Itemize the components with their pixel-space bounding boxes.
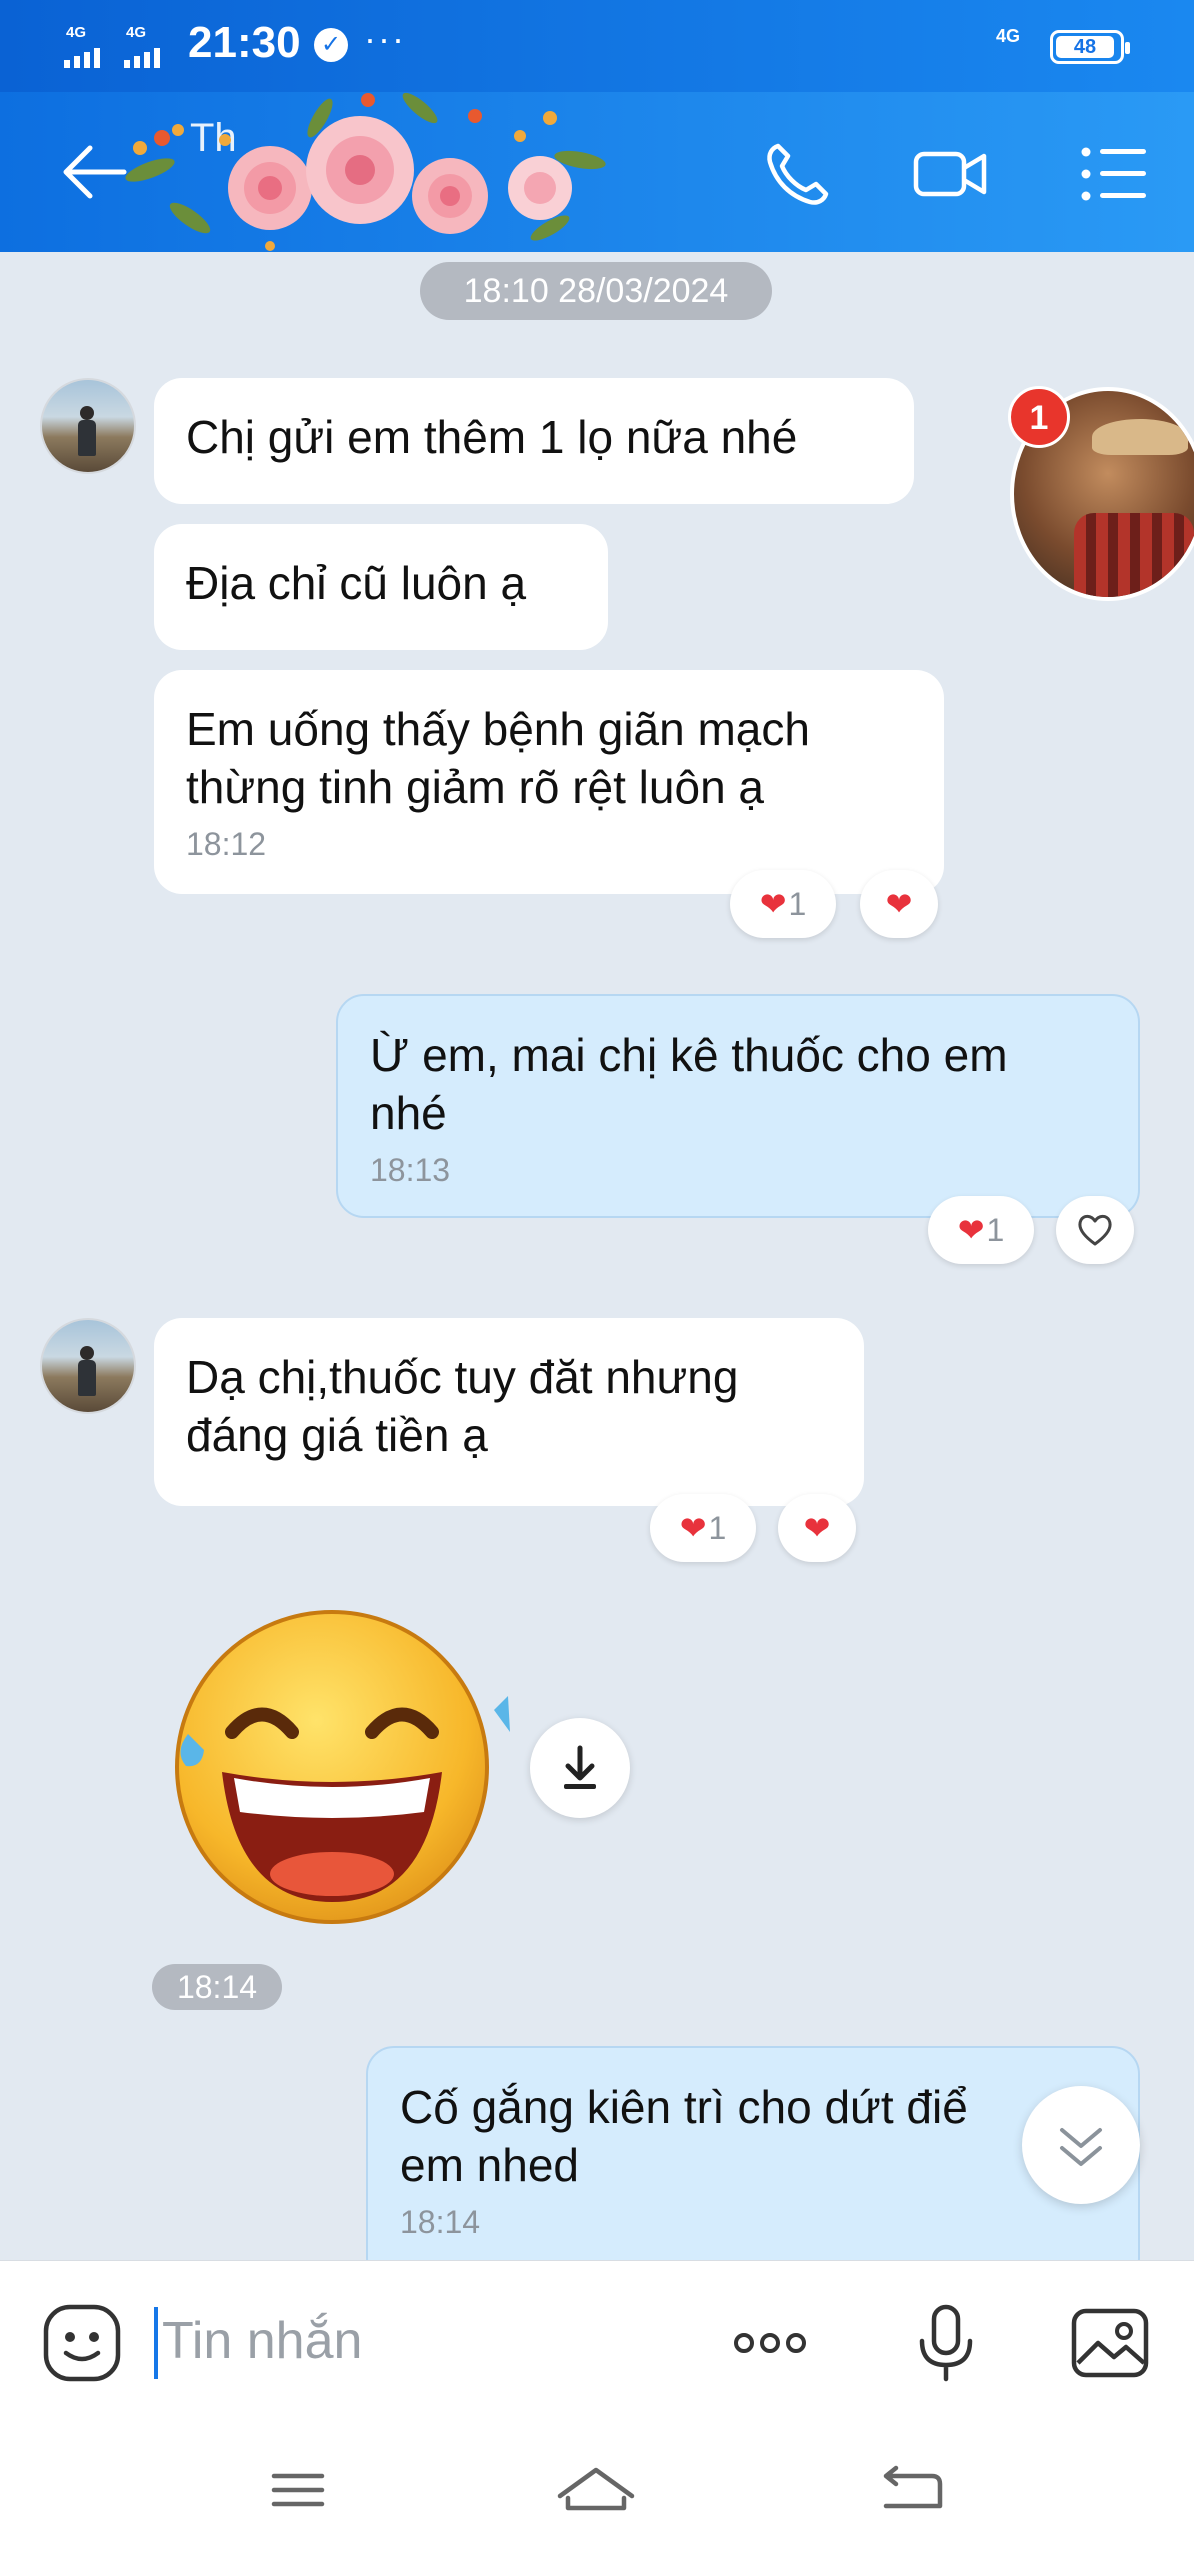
heart-reaction-button[interactable]: ❤ (860, 870, 938, 938)
message-time: 18:12 (186, 826, 267, 862)
contact-avatar[interactable] (40, 1318, 136, 1414)
incoming-message[interactable]: Em uống thấy bệnh giãn mạch thừng tinh g… (154, 670, 944, 894)
video-camera-icon[interactable] (910, 134, 990, 214)
download-button[interactable] (530, 1718, 630, 1818)
gallery-icon[interactable] (1068, 2301, 1152, 2385)
reaction-summary[interactable]: ❤ 1 (650, 1494, 756, 1562)
heart-icon: ❤ (885, 886, 913, 922)
chat-header: Th (0, 92, 1194, 252)
message-text: Địa chỉ cũ luôn ạ (186, 557, 527, 609)
signal-strength-icon: 4G (64, 24, 116, 68)
message-text: Cố gắng kiên trì cho dứt điể (400, 2081, 968, 2133)
more-options-icon[interactable] (728, 2301, 812, 2385)
sticker-time: 18:14 (152, 1964, 282, 2010)
message-text: Em uống thấy bệnh giãn mạch (186, 703, 810, 755)
download-icon (564, 1745, 596, 1789)
reaction-count: 1 (986, 1211, 1005, 1248)
contact-avatar[interactable] (40, 378, 136, 474)
battery-icon: 48 (1050, 30, 1130, 64)
signal-strength-icon: 4G (124, 24, 176, 68)
date-separator: 18:10 28/03/2024 (420, 262, 772, 320)
nav-back-icon[interactable] (872, 2458, 952, 2522)
nav-menu-icon[interactable] (258, 2458, 338, 2522)
emoji-icon[interactable] (40, 2301, 124, 2385)
message-time: 18:13 (370, 1152, 451, 1188)
reaction-count: 1 (788, 885, 807, 922)
reaction-summary[interactable]: ❤ 1 (928, 1196, 1034, 1264)
reaction-count: 1 (708, 1509, 727, 1546)
incoming-message[interactable]: Địa chỉ cũ luôn ạ (154, 524, 608, 650)
message-time: 18:14 (400, 2204, 481, 2240)
double-chevron-down-icon (1060, 2128, 1102, 2166)
message-text: nhé (370, 1087, 447, 1139)
network-type-label: 4G (126, 24, 147, 41)
reaction-summary[interactable]: ❤ 1 (730, 870, 836, 938)
heart-icon: ❤ (759, 886, 787, 922)
message-text: thừng tinh giảm rõ rệt luôn ạ (186, 761, 765, 813)
heart-icon: ❤ (803, 1510, 831, 1546)
flower-decoration-icon (125, 92, 606, 251)
message-input[interactable]: Tin nhắn (162, 2311, 362, 2371)
status-clock: 21:30 (188, 18, 301, 67)
scroll-to-bottom-button[interactable] (1022, 2086, 1140, 2204)
message-list[interactable]: 18:10 28/03/2024 Chị gửi em thêm 1 lọ nữ… (0, 252, 1194, 2260)
message-composer: Tin nhắn (0, 2260, 1194, 2420)
unread-badge: 1 (1008, 386, 1070, 448)
message-text: Ừ em, mai chị kê thuốc cho em (370, 1029, 1008, 1081)
incoming-message[interactable]: Dạ chị,thuốc tuy đăt nhưng đáng giá tiền… (154, 1318, 864, 1506)
react-heart-outline-button[interactable] (1056, 1196, 1134, 1264)
battery-level: 48 (1056, 36, 1114, 58)
text-cursor (154, 2307, 158, 2379)
heart-icon: ❤ (957, 1212, 985, 1248)
network-type-label: 4G (66, 24, 87, 41)
check-circle-icon: ✓ (314, 28, 348, 62)
nav-home-icon[interactable] (556, 2458, 636, 2522)
more-notifications-indicator: ··· (364, 18, 406, 59)
heart-icon: ❤ (679, 1510, 707, 1546)
heart-reaction-button[interactable]: ❤ (778, 1494, 856, 1562)
phone-icon[interactable] (756, 134, 836, 214)
menu-list-icon[interactable] (1074, 134, 1154, 214)
laughing-tears-emoji-icon[interactable] (172, 1602, 512, 1932)
system-navigation-bar (0, 2420, 1194, 2560)
microphone-icon[interactable] (904, 2301, 988, 2385)
heart-outline-icon (1078, 1214, 1112, 1246)
network-type-right: 4G (996, 26, 1021, 46)
message-text: đáng giá tiền ạ (186, 1409, 488, 1461)
message-text: em nhed (400, 2139, 580, 2191)
message-text: Dạ chị,thuốc tuy đăt nhưng (186, 1351, 739, 1403)
message-text: Chị gửi em thêm 1 lọ nữa nhé (186, 411, 798, 463)
outgoing-message[interactable]: Ừ em, mai chị kê thuốc cho em nhé 18:13 (336, 994, 1140, 1218)
incoming-message[interactable]: Chị gửi em thêm 1 lọ nữa nhé (154, 378, 914, 504)
